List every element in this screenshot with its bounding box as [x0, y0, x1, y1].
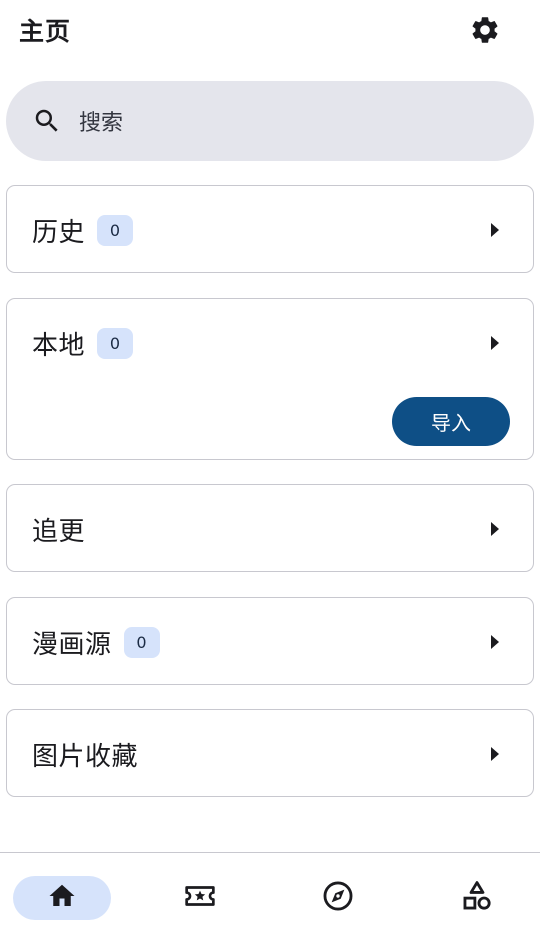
local-card-title: 本地 — [32, 330, 86, 361]
compass-icon — [321, 879, 355, 917]
search-icon — [32, 106, 62, 136]
history-count-badge: 0 — [97, 214, 134, 246]
history-card[interactable]: 历史 0 — [6, 185, 534, 273]
image-favorites-card[interactable]: 图片收藏 — [6, 709, 534, 797]
follow-updates-card-title: 追更 — [32, 516, 86, 547]
gear-icon — [469, 14, 501, 50]
comic-sources-count-badge: 0 — [123, 626, 160, 658]
app-header: 主页 — [0, 0, 540, 64]
comic-sources-card-title: 漫画源 — [32, 629, 112, 660]
settings-button[interactable] — [464, 11, 506, 53]
arrow-right-icon — [491, 635, 499, 649]
arrow-right-icon — [491, 223, 499, 237]
bottom-navigation — [0, 852, 540, 937]
search-placeholder: 搜索 — [79, 111, 124, 136]
history-card-row: 历史 0 — [7, 186, 533, 274]
nav-home[interactable] — [13, 876, 111, 920]
local-card[interactable]: 本地 0 导入 — [6, 298, 534, 460]
search-bar[interactable]: 搜索 — [6, 81, 534, 161]
home-icon — [47, 881, 77, 915]
arrow-right-icon — [491, 522, 499, 536]
image-favorites-card-row: 图片收藏 — [7, 710, 533, 798]
arrow-right-icon — [491, 747, 499, 761]
image-favorites-card-title: 图片收藏 — [32, 741, 139, 772]
nav-explore[interactable] — [289, 876, 387, 920]
local-count-badge: 0 — [97, 327, 134, 359]
page-title: 主页 — [19, 17, 72, 46]
comic-sources-card-row: 漫画源 0 — [7, 598, 533, 686]
local-card-row: 本地 0 — [7, 299, 533, 387]
ticket-star-icon — [183, 881, 217, 915]
arrow-right-icon — [491, 336, 499, 350]
nav-favorites[interactable] — [151, 876, 249, 920]
history-card-title: 历史 — [32, 217, 86, 248]
follow-updates-card[interactable]: 追更 — [6, 484, 534, 572]
follow-updates-card-row: 追更 — [7, 485, 533, 573]
import-button[interactable]: 导入 — [392, 397, 510, 446]
comic-sources-card[interactable]: 漫画源 0 — [6, 597, 534, 685]
shapes-icon — [460, 879, 494, 917]
nav-categories[interactable] — [428, 876, 526, 920]
